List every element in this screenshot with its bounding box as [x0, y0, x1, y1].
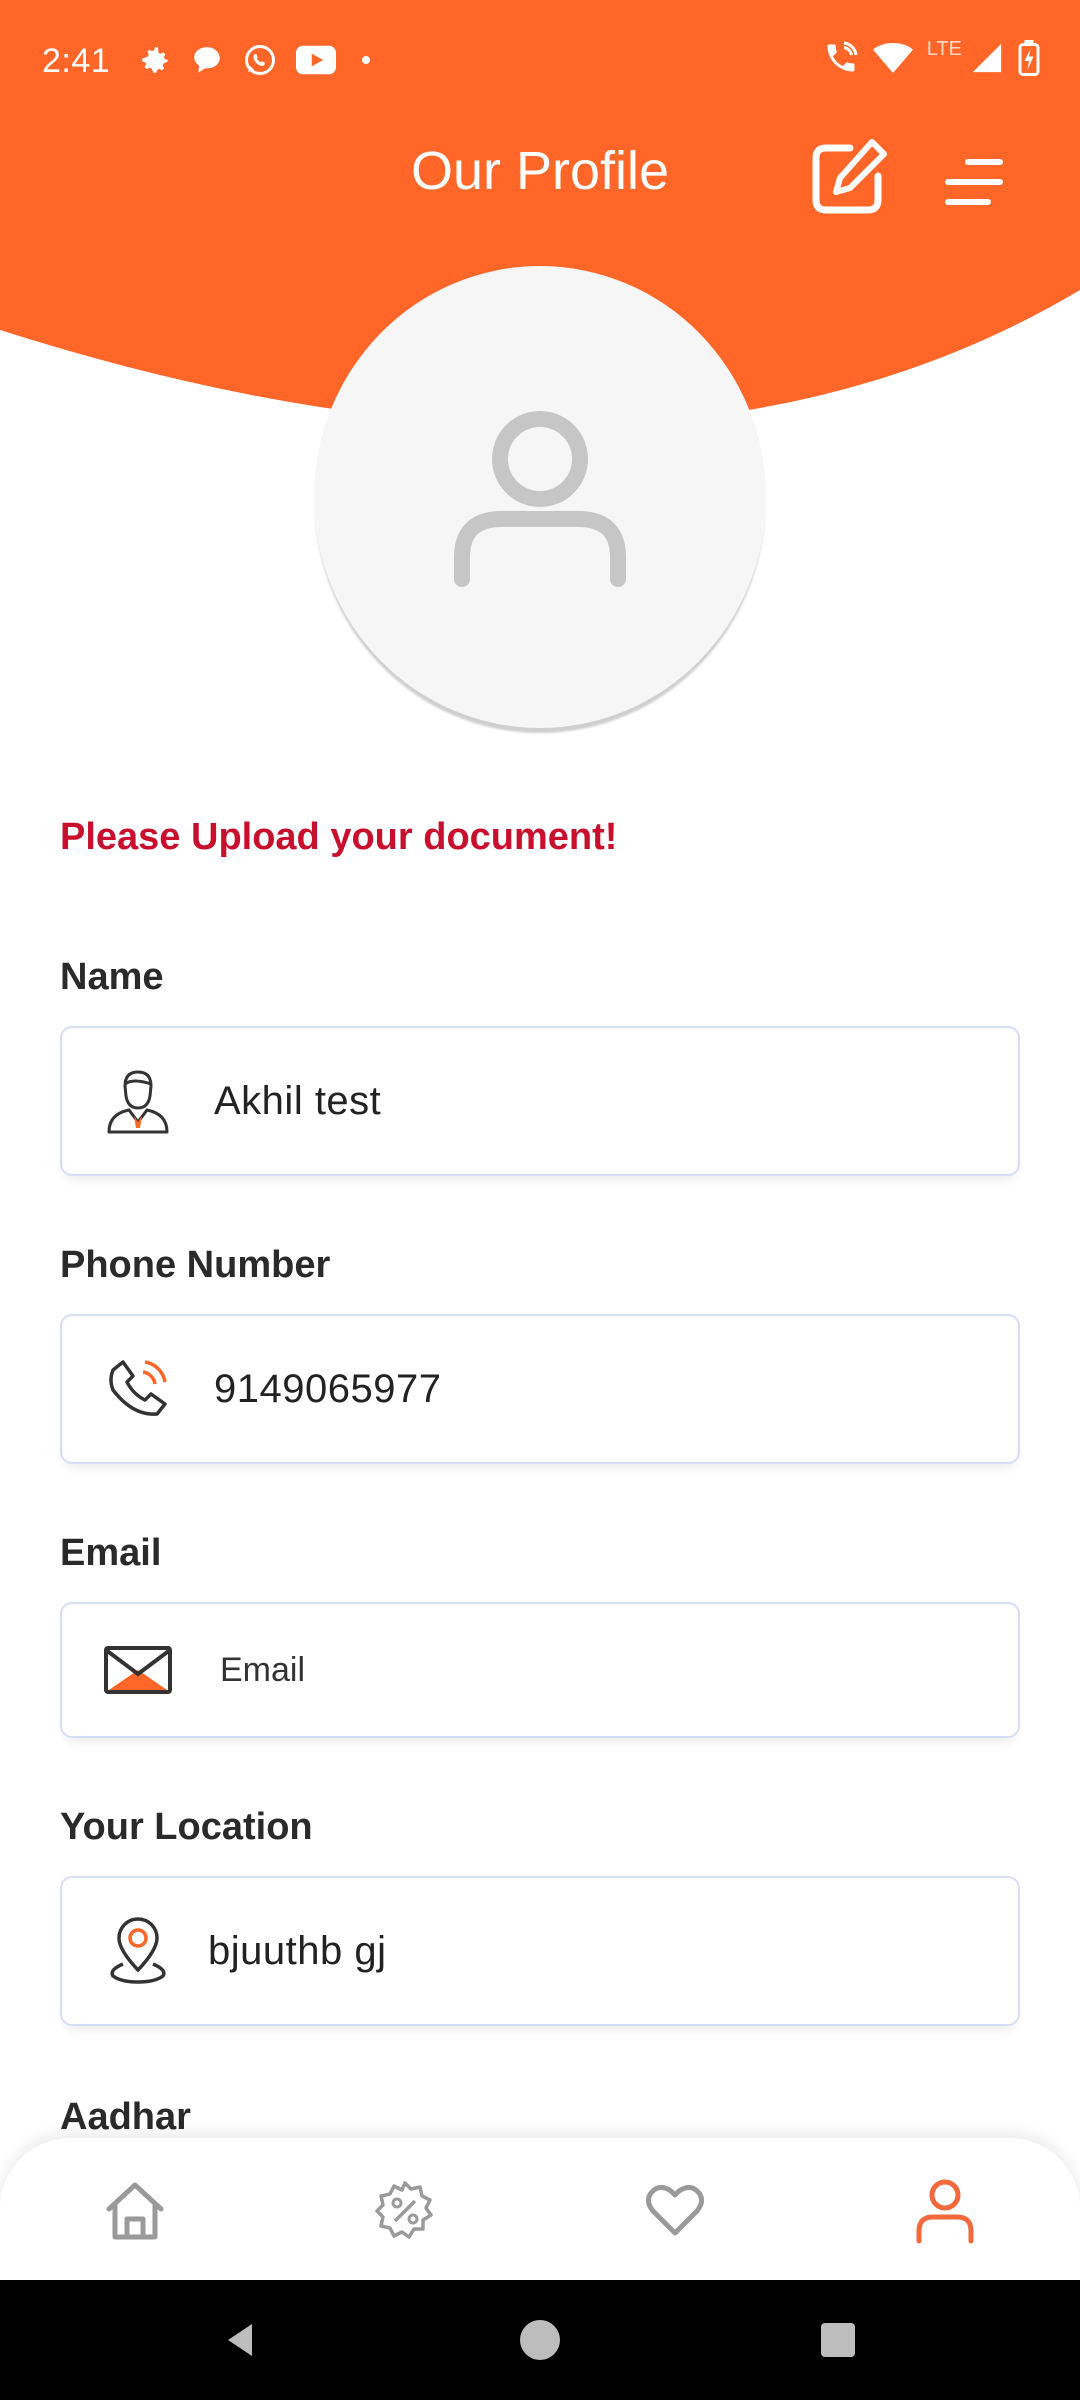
edit-icon — [812, 139, 887, 214]
status-time: 2:41 — [42, 42, 111, 80]
recents-icon — [821, 2323, 855, 2357]
system-back-button[interactable] — [210, 2310, 270, 2370]
name-value: Akhil test — [214, 1078, 382, 1123]
profile-icon — [916, 2179, 974, 2244]
menu-icon — [945, 159, 1003, 205]
signal-icon — [970, 41, 1004, 75]
location-field[interactable]: bjuuthb gj — [60, 1876, 1020, 2026]
status-left-icons — [138, 42, 378, 78]
whatsapp-icon — [242, 42, 278, 78]
status-right-icons: LTE — [823, 37, 1040, 76]
menu-button[interactable] — [938, 152, 1008, 212]
name-label: Name — [60, 956, 164, 998]
nav-offers[interactable] — [360, 2166, 450, 2256]
system-recents-button[interactable] — [808, 2310, 868, 2370]
network-type-label: LTE — [926, 37, 962, 60]
gear-icon — [138, 43, 172, 77]
chat-bubble-icon — [190, 43, 224, 77]
page-title: Our Profile — [410, 141, 670, 201]
home-circle-icon — [520, 2320, 560, 2360]
location-label: Your Location — [60, 1806, 313, 1848]
bottom-navigation — [0, 2138, 1080, 2280]
user-placeholder-icon — [454, 411, 626, 587]
phone-value: 9149065977 — [214, 1366, 442, 1411]
nav-profile[interactable] — [900, 2166, 990, 2256]
phone-icon — [98, 1349, 178, 1429]
dot-icon — [354, 48, 378, 72]
phone-label: Phone Number — [60, 1244, 331, 1286]
person-icon — [98, 1061, 178, 1141]
edit-profile-button[interactable] — [806, 136, 890, 220]
wifi-calling-icon — [823, 40, 859, 76]
heart-icon — [645, 2185, 705, 2236]
home-icon — [106, 2182, 164, 2240]
wifi-icon — [872, 41, 913, 75]
email-placeholder: Email — [220, 1650, 306, 1689]
back-icon — [228, 2324, 252, 2356]
battery-charging-icon — [1018, 40, 1040, 76]
email-label: Email — [60, 1532, 162, 1574]
aadhar-label: Aadhar — [60, 2096, 191, 2138]
youtube-icon — [296, 45, 336, 75]
email-field[interactable]: Email — [60, 1602, 1020, 1738]
envelope-icon — [98, 1630, 178, 1710]
discount-badge-icon — [375, 2181, 433, 2239]
phone-field[interactable]: 9149065977 — [60, 1314, 1020, 1464]
location-value: bjuuthb gj — [208, 1928, 387, 1973]
location-pin-icon — [98, 1911, 178, 1991]
nav-favorites[interactable] — [630, 2166, 720, 2256]
nav-home[interactable] — [90, 2166, 180, 2256]
profile-avatar[interactable] — [314, 266, 766, 728]
name-field[interactable]: Akhil test — [60, 1026, 1020, 1176]
system-navigation-bar — [0, 2280, 1080, 2400]
status-bar: 2:41 LTE — [0, 0, 1080, 120]
system-home-button[interactable] — [510, 2310, 570, 2370]
upload-document-warning[interactable]: Please Upload your document! — [60, 816, 617, 859]
